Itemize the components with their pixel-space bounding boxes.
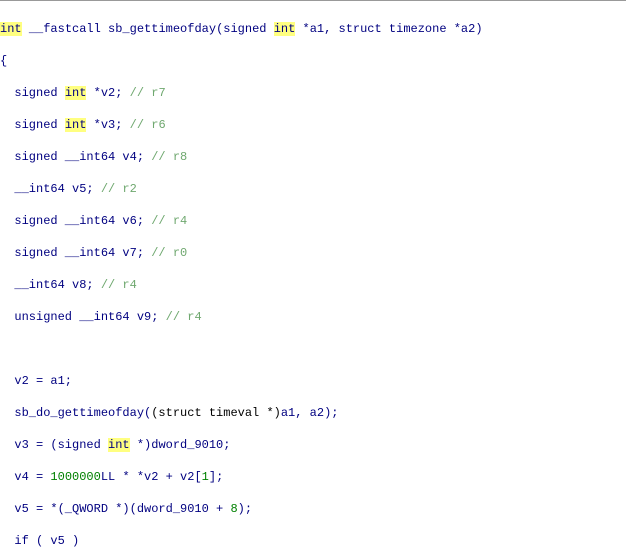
brace: { — [0, 53, 626, 69]
decl: signed int *v2; // r7 — [0, 85, 626, 101]
kw-int: int — [0, 22, 22, 36]
decl: unsigned __int64 v9; // r4 — [0, 309, 626, 325]
stmt: v2 = a1; — [0, 373, 626, 389]
blank — [0, 341, 626, 357]
stmt: v4 = 1000000LL * *v2 + v2[1]; — [0, 469, 626, 485]
decl: signed int *v3; // r6 — [0, 117, 626, 133]
decl: signed __int64 v6; // r4 — [0, 213, 626, 229]
stmt: sb_do_gettimeofday((struct timeval *)a1,… — [0, 405, 626, 421]
stmt: v3 = (signed int *)dword_9010; — [0, 437, 626, 453]
if: if ( v5 ) — [0, 533, 626, 549]
decl: __int64 v5; // r2 — [0, 181, 626, 197]
signature-line: int __fastcall sb_gettimeofday(signed in… — [0, 21, 626, 37]
decl: signed __int64 v7; // r0 — [0, 245, 626, 261]
decl: signed __int64 v4; // r8 — [0, 149, 626, 165]
decl: __int64 v8; // r4 — [0, 277, 626, 293]
stmt: v5 = *(_QWORD *)(dword_9010 + 8); — [0, 501, 626, 517]
code-viewer: int __fastcall sb_gettimeofday(signed in… — [0, 0, 626, 559]
